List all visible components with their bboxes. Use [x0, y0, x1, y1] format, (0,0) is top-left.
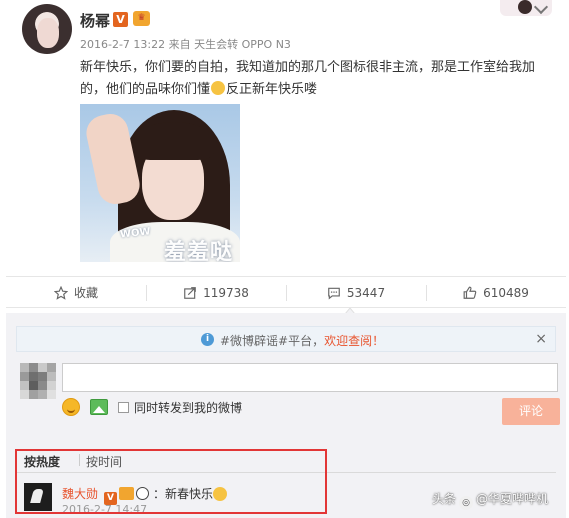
avatar-pixel [29, 381, 38, 390]
avatar-face [37, 18, 59, 48]
toutiao-logo-icon: ◎ [459, 496, 474, 510]
verified-badge: V [113, 12, 128, 27]
like-button[interactable]: 610489 [426, 277, 566, 308]
star-icon [53, 285, 68, 300]
repost-icon [184, 286, 196, 299]
post-text-line1: 新年快乐，你们要的自拍，我知道加的那几个图标很非主流，那是工作室给我加 [80, 60, 536, 75]
avatar-pixel [20, 363, 29, 372]
info-icon: i [201, 333, 214, 346]
weibo-post: 杨幂 V ♛ 2016-2-7 13:22 来自 天生会转 OPPO N3 新年… [0, 0, 569, 276]
like-count: 610489 [483, 285, 529, 300]
favorite-label: 收藏 [73, 286, 98, 300]
chevron-down-icon [533, 0, 549, 15]
avatar-pixel [38, 381, 47, 390]
avatar-pixel [38, 372, 47, 381]
avatar-pixel [47, 363, 56, 372]
post-text: 新年快乐，你们要的自拍，我知道加的那几个图标很非主流，那是工作室给我加 的，他们… [80, 57, 558, 101]
repost-count: 119738 [203, 285, 249, 300]
my-avatar[interactable] [20, 363, 56, 399]
comment-button[interactable]: 53447 [286, 277, 426, 308]
avatar-pixel [38, 363, 47, 372]
like-icon [463, 286, 477, 299]
rumor-notice: i #微博辟谣#平台，欢迎查阅！ × [16, 326, 556, 352]
sync-repost-label[interactable]: 同时转发到我的微博 [134, 399, 242, 416]
post-text-line2b: 反正新年快乐喽 [226, 82, 318, 97]
avatar-pixel [20, 381, 29, 390]
photo-hand [83, 110, 143, 208]
watermark-prefix: 头条 [432, 492, 457, 506]
photo-bangs [134, 122, 214, 160]
author-name[interactable]: 杨幂 [80, 10, 110, 31]
vip-crown-icon: ♛ [133, 11, 150, 26]
sync-repost-checkbox[interactable] [118, 402, 129, 413]
notice-link[interactable]: 欢迎查阅！ [324, 334, 384, 348]
highlight-box [15, 449, 327, 514]
avatar-pixel [47, 390, 56, 399]
photo-stamp: 羞羞哒 [164, 240, 234, 262]
close-icon[interactable]: × [535, 331, 547, 347]
action-bar: 收藏 119738 53447 610489 [6, 276, 566, 308]
avatar-pixel [20, 390, 29, 399]
submit-comment-button[interactable]: 评论 [502, 398, 560, 425]
image-icon[interactable] [90, 399, 108, 415]
comment-count: 53447 [346, 285, 386, 300]
avatar-pixel [47, 381, 56, 390]
favorite-button[interactable]: 收藏 [6, 277, 146, 308]
avatar-pixel [29, 363, 38, 372]
post-meta: 2016-2-7 13:22 来自 天生会转 OPPO N3 [80, 38, 291, 51]
avatar-pixel [29, 372, 38, 381]
post-text-line2a: 的，他们的品味你们懂 [80, 82, 211, 97]
author-avatar[interactable] [22, 4, 72, 54]
repost-button[interactable]: 119738 [146, 277, 286, 308]
post-photo[interactable]: WOW 羞羞哒 [80, 104, 240, 262]
follow-dropdown[interactable] [500, 0, 552, 16]
avatar-pixel [20, 372, 29, 381]
emoji-icon[interactable] [62, 398, 80, 416]
watermark: 头条 ◎ @华夏哔哔机 [432, 490, 548, 510]
comment-icon [328, 287, 340, 299]
smile-emoji-icon [211, 81, 226, 95]
comment-input[interactable] [62, 363, 558, 392]
avatar-pixel [38, 390, 47, 399]
follower-avatar-icon [518, 0, 532, 14]
avatar-pixel [47, 372, 56, 381]
notice-message: #微博辟谣#平台， [220, 334, 325, 348]
watermark-text: @华夏哔哔机 [476, 492, 549, 506]
avatar-pixel [29, 390, 38, 399]
notice-text: #微博辟谣#平台，欢迎查阅！ [220, 332, 384, 349]
